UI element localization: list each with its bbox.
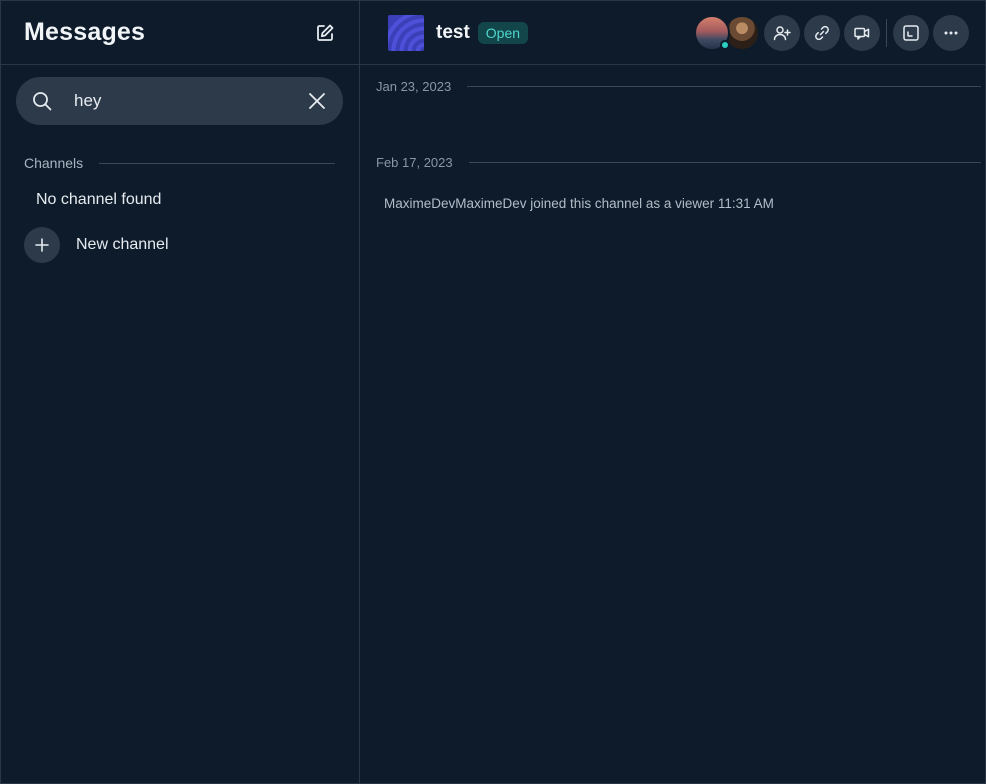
channel-name[interactable]: test: [436, 22, 470, 44]
copy-link-button[interactable]: [804, 14, 840, 51]
channel-header: test Open: [360, 1, 985, 65]
sidebar: Messages hey Channels No channel found N…: [1, 1, 360, 783]
message-timeline[interactable]: Jan 23, 2023 Feb 17, 2023 MaximeDevMaxim…: [360, 65, 985, 783]
compose-button[interactable]: [313, 21, 337, 45]
expand-button[interactable]: [893, 14, 929, 51]
new-channel-label: New channel: [76, 236, 169, 253]
video-call-icon: [854, 27, 870, 40]
search-input[interactable]: [72, 90, 305, 112]
close-icon: [309, 93, 325, 109]
online-status-icon: [720, 39, 730, 50]
more-icon: [944, 31, 958, 34]
search-icon: [30, 89, 54, 113]
new-channel-button[interactable]: New channel: [24, 227, 359, 263]
video-call-button[interactable]: [844, 14, 880, 51]
plus-icon: [24, 227, 60, 263]
member-avatars[interactable]: [694, 14, 760, 51]
section-divider: [99, 162, 335, 164]
app-window: Messages hey Channels No channel found N…: [0, 0, 986, 784]
clear-search-button[interactable]: [305, 89, 329, 113]
search-box: [16, 77, 343, 125]
sidebar-title: Messages: [24, 18, 146, 46]
date-divider: [467, 85, 981, 87]
date-divider: [468, 161, 981, 163]
more-options-button[interactable]: [933, 14, 969, 51]
status-badge: Open: [477, 21, 529, 44]
expand-icon: [903, 24, 919, 41]
search-container: [1, 65, 359, 125]
empty-state-text: No channel found: [36, 191, 162, 208]
sidebar-header: Messages: [1, 1, 359, 65]
add-user-icon: [773, 25, 791, 40]
date-label: Feb 17, 2023: [376, 154, 453, 170]
date-label: Jan 23, 2023: [376, 78, 452, 94]
link-icon: [815, 25, 829, 40]
section-label: Channels: [24, 155, 84, 171]
main-panel: test Open Jan 23, 2023 Feb 17, 2023 Maxi…: [360, 1, 985, 783]
add-member-button[interactable]: [764, 14, 800, 51]
compose-icon: [317, 24, 334, 41]
channel-avatar[interactable]: [388, 14, 424, 51]
header-divider: [886, 18, 887, 47]
system-message: MaximeDevMaximeDev joined this channel a…: [384, 196, 774, 211]
date-separator: Jan 23, 2023: [360, 66, 985, 106]
channels-section-header: Channels: [24, 155, 335, 171]
date-separator: Feb 17, 2023: [360, 142, 985, 182]
